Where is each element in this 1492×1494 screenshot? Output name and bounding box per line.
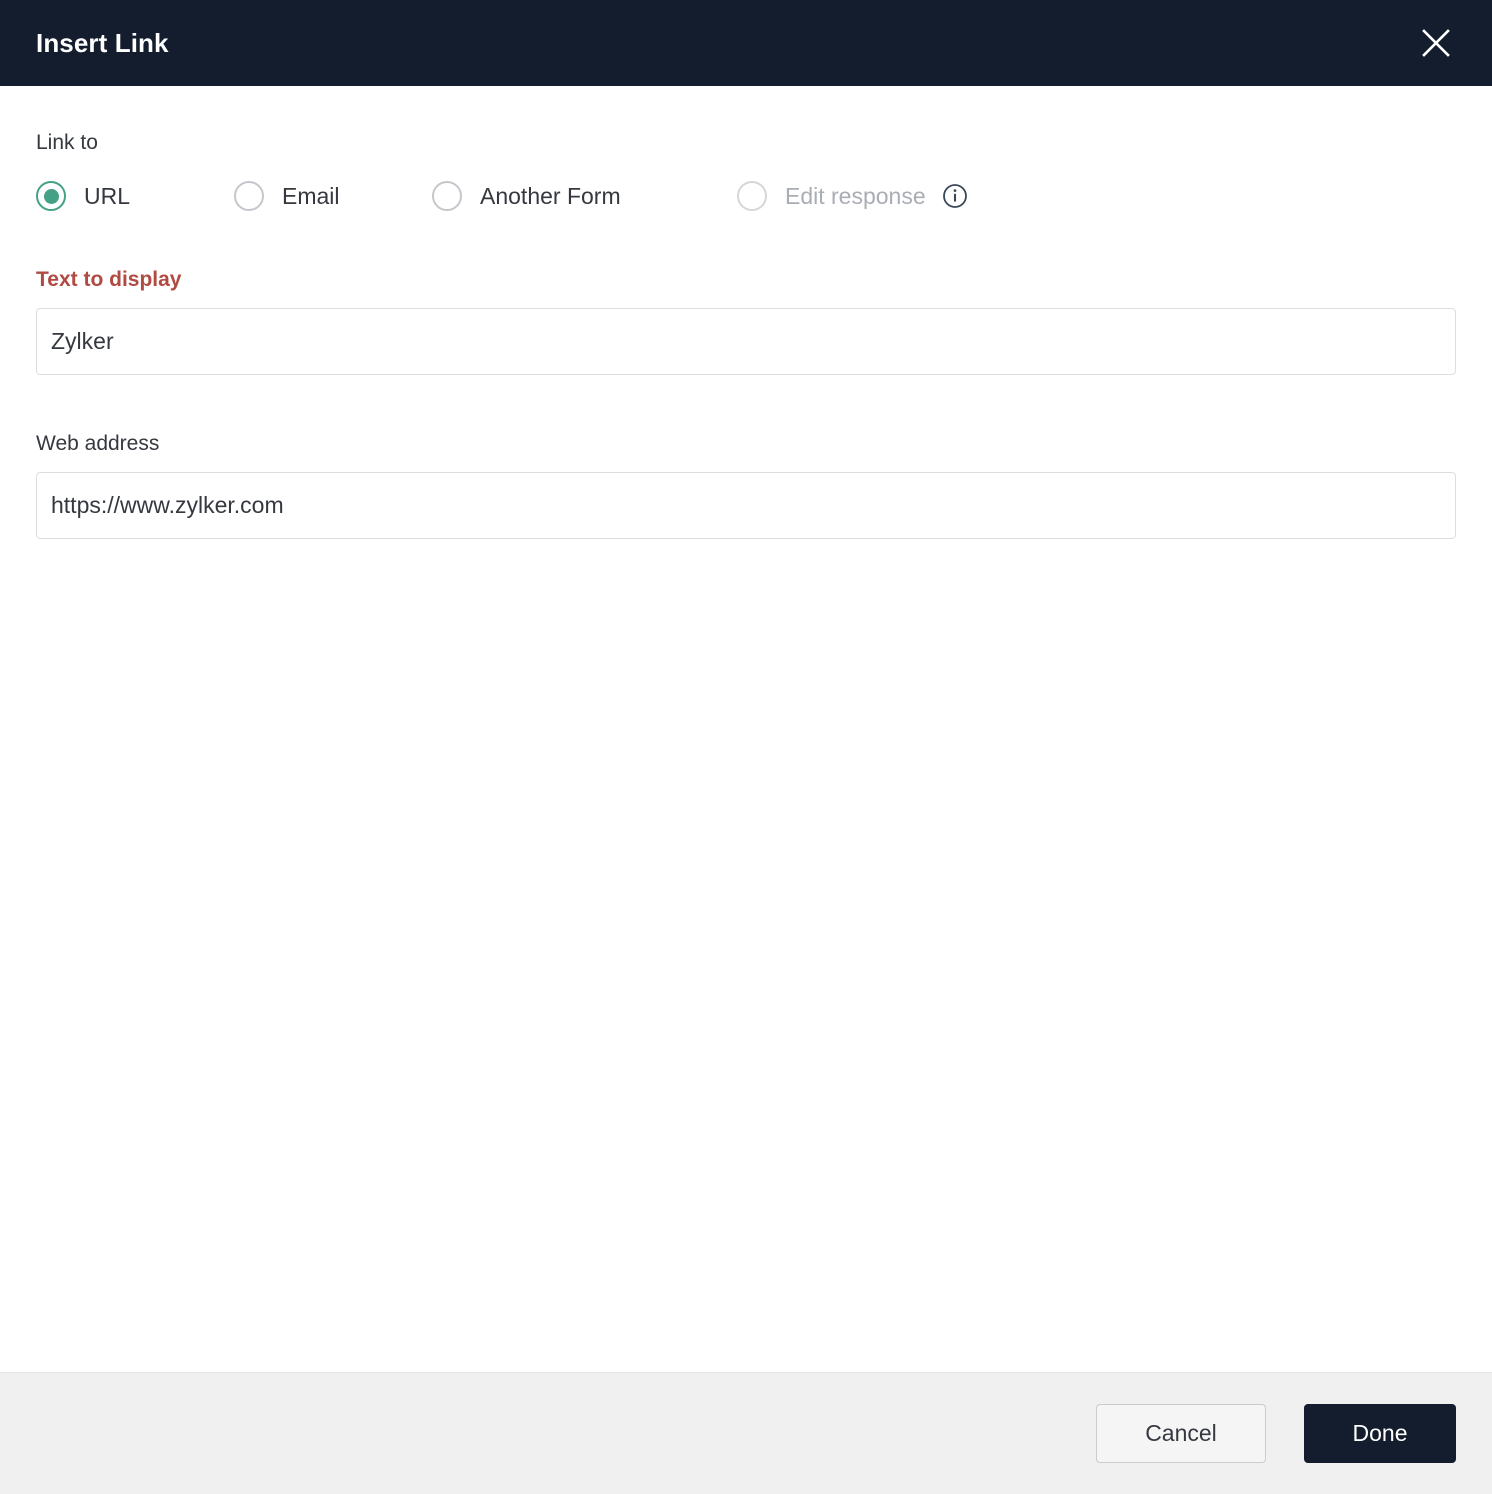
web-address-input[interactable] (36, 472, 1456, 539)
radio-option-email[interactable]: Email (234, 181, 432, 211)
radio-option-edit-response-label: Edit response (785, 182, 926, 209)
radio-url-icon (36, 181, 66, 211)
radio-edit-response-icon (737, 181, 767, 211)
radio-option-edit-response: Edit response (737, 181, 968, 211)
web-address-label: Web address (36, 432, 160, 455)
text-to-display-label: Text to display (36, 268, 182, 291)
radio-option-url[interactable]: URL (36, 181, 234, 211)
close-icon (1419, 26, 1453, 60)
radio-url-dot (43, 188, 59, 204)
web-address-group: Web address (36, 375, 1456, 539)
radio-another-form-icon (432, 181, 462, 211)
radio-option-another-form-label: Another Form (480, 182, 621, 209)
dialog-body: Link to URL Email Another Form Edit resp… (0, 86, 1492, 1372)
dialog-header: Insert Link (0, 0, 1492, 86)
done-button[interactable]: Done (1304, 1404, 1456, 1463)
page-title: Insert Link (36, 27, 169, 58)
insert-link-dialog: Insert Link Link to URL Email Another Fo… (0, 0, 1492, 1494)
cancel-button[interactable]: Cancel (1096, 1404, 1266, 1463)
radio-option-url-label: URL (84, 182, 131, 209)
radio-option-email-label: Email (282, 182, 340, 209)
radio-email-icon (234, 181, 264, 211)
text-to-display-group: Text to display (36, 211, 1456, 375)
radio-option-another-form[interactable]: Another Form (432, 181, 737, 211)
close-button[interactable] (1410, 17, 1462, 69)
dialog-footer: Cancel Done (0, 1372, 1492, 1494)
link-to-radio-group: URL Email Another Form Edit response (36, 181, 1456, 211)
text-to-display-input[interactable] (36, 308, 1456, 375)
info-icon[interactable] (942, 183, 968, 209)
link-to-group: Link to URL Email Another Form Edit resp… (36, 86, 1456, 211)
link-to-label: Link to (36, 131, 98, 154)
